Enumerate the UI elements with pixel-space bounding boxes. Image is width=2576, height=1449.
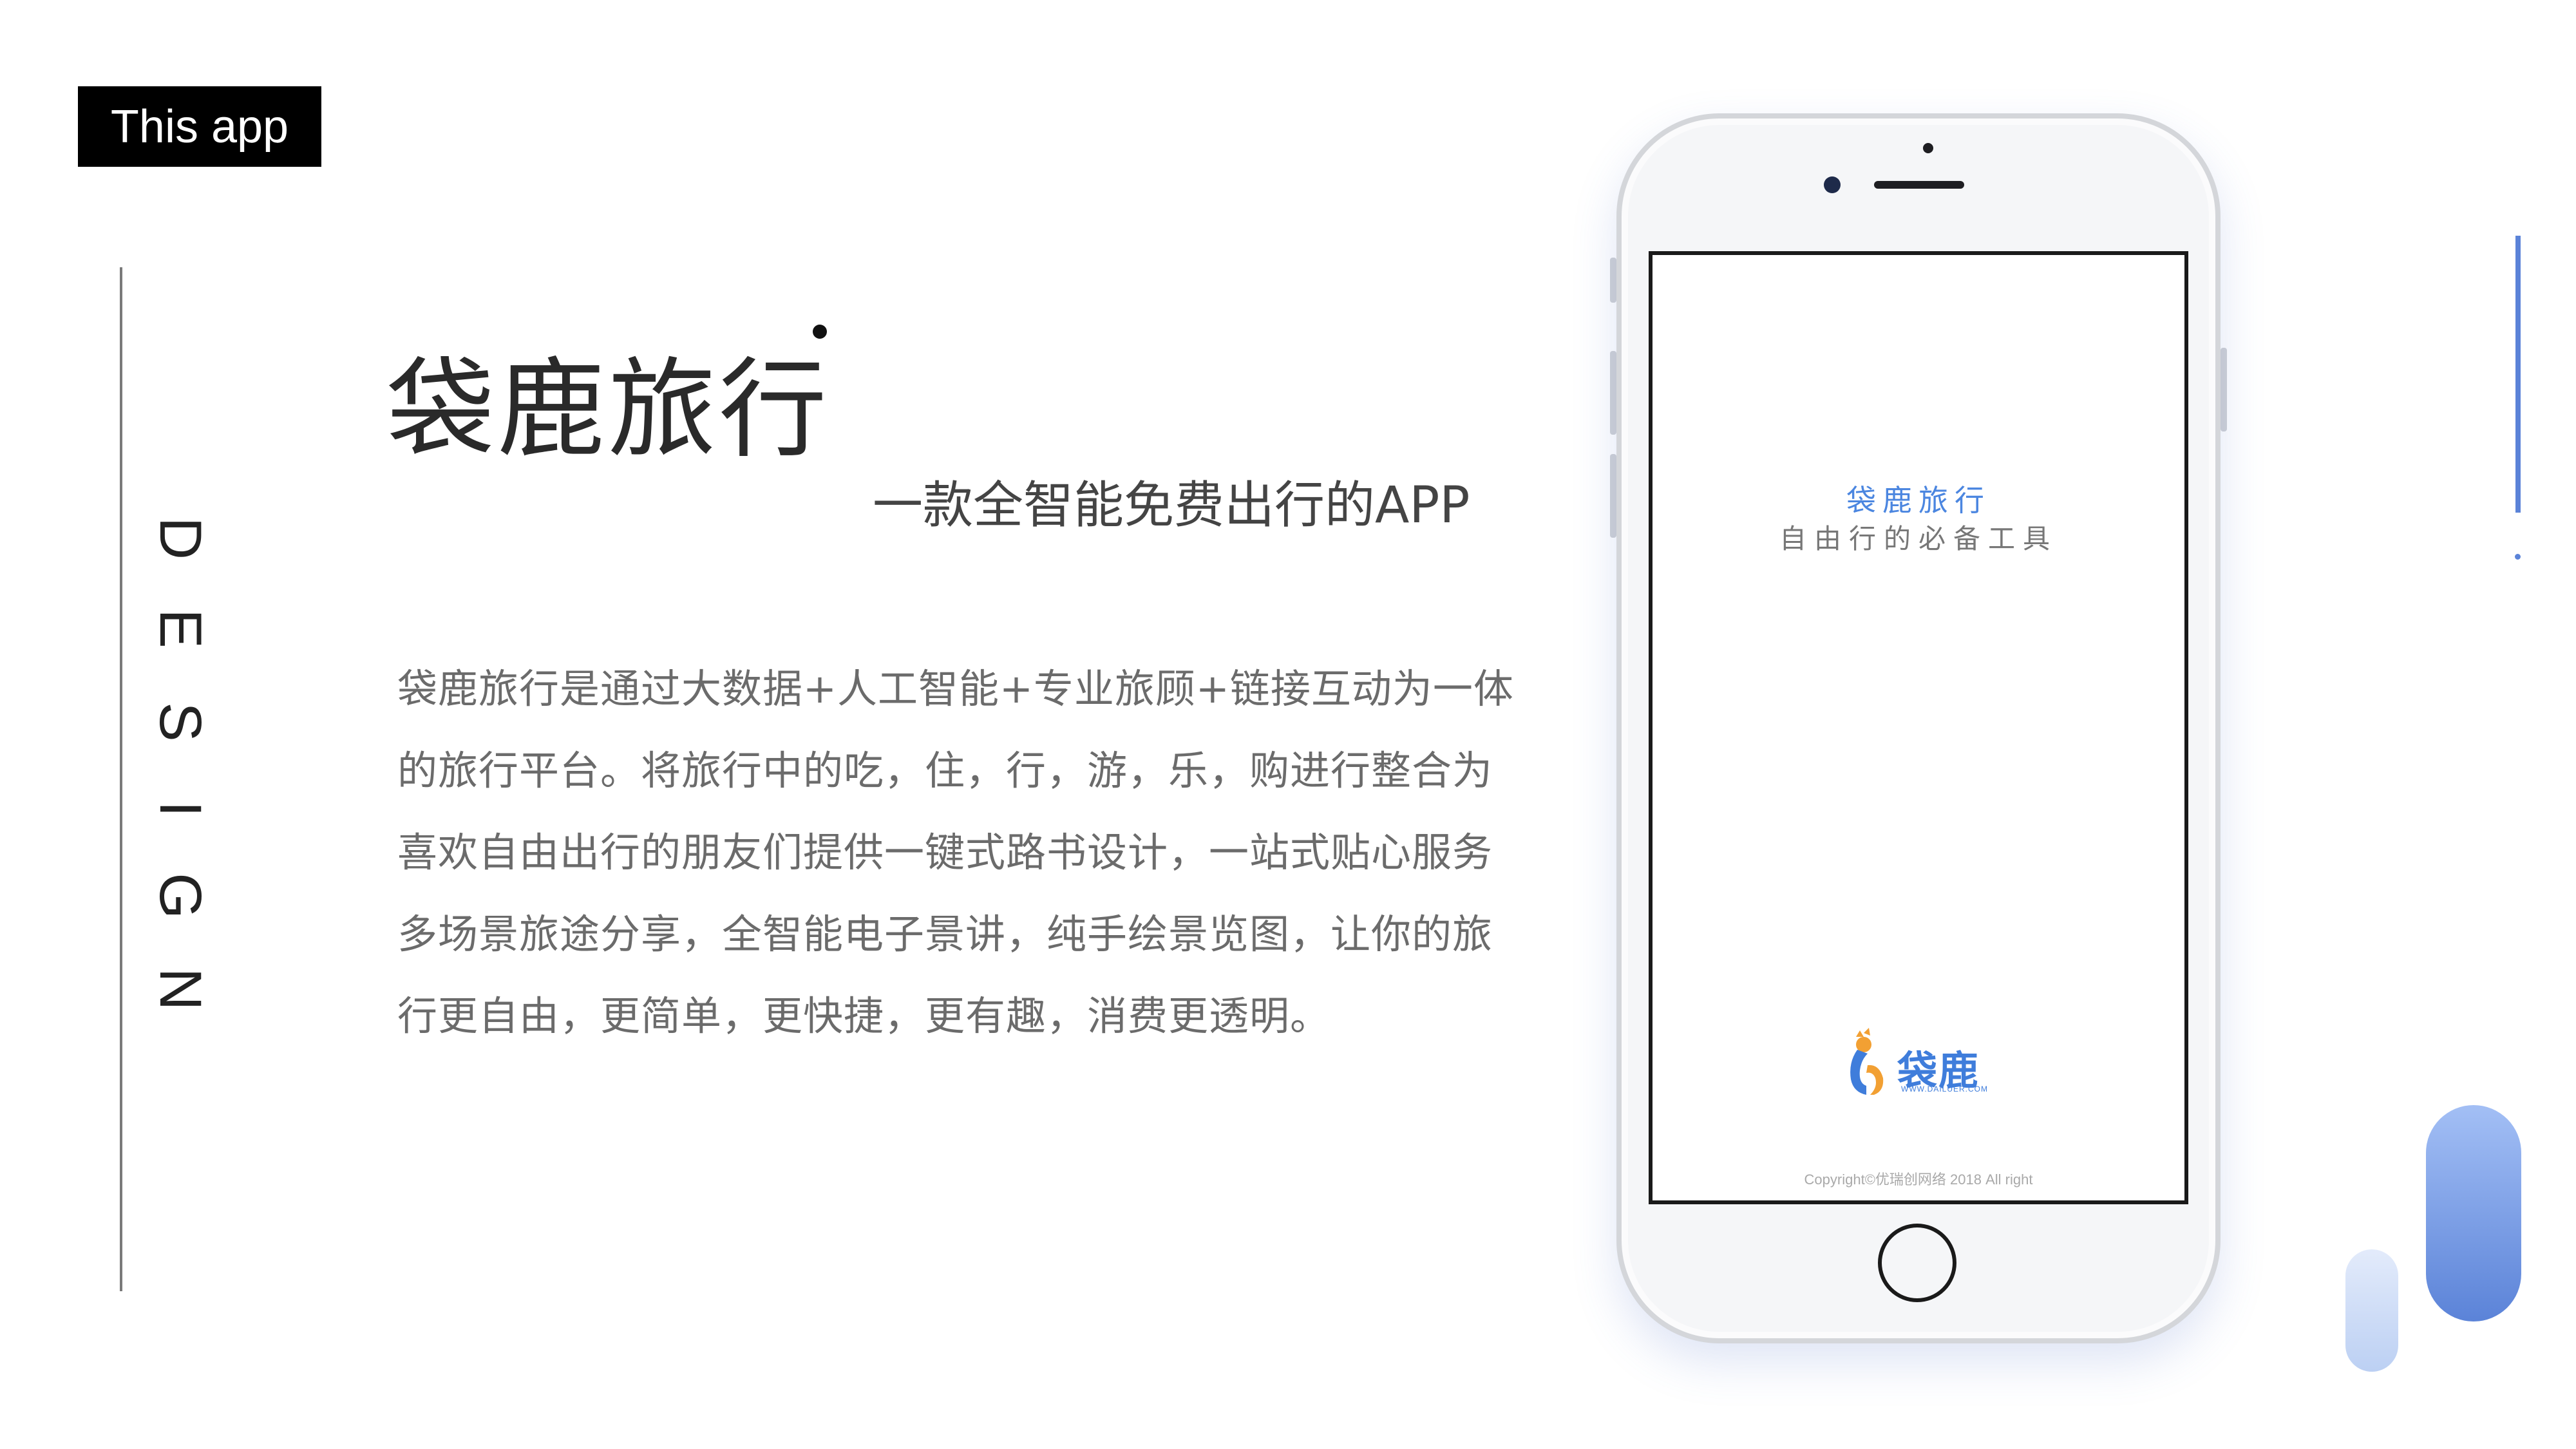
description-line: 喜欢自由出行的朋友们提供一键式路书设计，一站式贴心服务 xyxy=(397,829,1493,876)
phone-mute-switch xyxy=(1610,258,1616,303)
phone-volume-up xyxy=(1610,351,1616,435)
description-line: 多场景旅途分享，全智能电子景讲，纯手绘景览图，让你的旅 xyxy=(397,911,1493,958)
logo-url: WWW.DAILUER.COM xyxy=(1901,1084,1988,1094)
design-letter: G xyxy=(147,873,213,919)
app-badge: This app xyxy=(78,86,321,167)
phone-power-button xyxy=(2221,348,2227,431)
design-letter: N xyxy=(147,967,213,1011)
splash-subtitle: 自由行的必备工具 xyxy=(1779,523,2058,554)
description-line: 行更自由，更简单，更快捷，更有趣，消费更透明。 xyxy=(397,992,1331,1039)
vertical-design-label: D E S I G N xyxy=(129,509,232,1075)
hero-subtitle: 一款全智能免费出行的APP xyxy=(873,477,1470,535)
accent-vertical-line xyxy=(2515,236,2521,513)
design-letter: E xyxy=(147,609,213,649)
phone-speaker xyxy=(1874,181,1964,189)
accent-dot xyxy=(2515,554,2521,560)
description-line: 袋鹿旅行是通过大数据+人工智能+专业旅顾+链接互动为一体 xyxy=(397,665,1514,712)
design-letter: D xyxy=(147,516,213,560)
phone-screen: 袋鹿旅行 自由行的必备工具 袋鹿 WWW.DAILUER.COM Copyrig… xyxy=(1649,251,2188,1204)
decor-pill-small xyxy=(2345,1249,2398,1372)
left-divider-line xyxy=(120,267,122,1291)
phone-front-camera xyxy=(1824,176,1841,193)
phone-volume-down xyxy=(1610,454,1616,538)
description-line: 的旅行平台。将旅行中的吃，住，行，游，乐，购进行整合为 xyxy=(397,747,1493,794)
hero-title: 袋鹿旅行 xyxy=(386,346,829,473)
deer-logo-icon xyxy=(1850,1028,1884,1095)
phone-home-button xyxy=(1878,1224,1956,1302)
phone-sensor-dot xyxy=(1923,143,1933,153)
app-logo: 袋鹿 WWW.DAILUER.COM xyxy=(1844,1028,1999,1099)
splash-title: 袋鹿旅行 xyxy=(1846,483,1991,518)
copyright-text: Copyright©优瑞创网络 2018 All right xyxy=(1804,1171,2033,1188)
decor-pill-large xyxy=(2426,1105,2521,1321)
description: 袋鹿旅行是通过大数据+人工智能+专业旅顾+链接互动为一体 的旅行平台。将旅行中的… xyxy=(397,657,1514,1066)
title-dot-decoration xyxy=(813,325,827,339)
